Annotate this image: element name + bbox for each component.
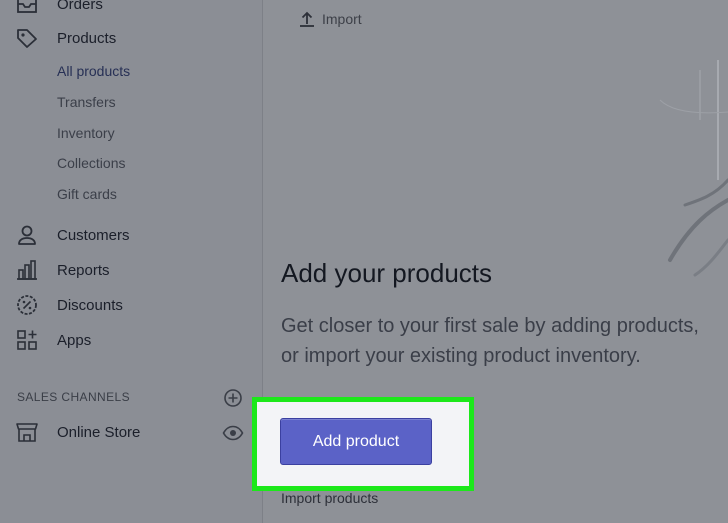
sidebar: Orders Products All products Transfers I… bbox=[0, 0, 263, 523]
sidebar-item-online-store[interactable]: Online Store bbox=[14, 418, 140, 446]
apps-icon bbox=[14, 328, 40, 352]
view-online-store-button[interactable] bbox=[222, 424, 244, 442]
discount-icon bbox=[14, 293, 40, 317]
sidebar-item-apps[interactable]: Apps bbox=[14, 326, 91, 354]
sidebar-item-orders[interactable]: Orders bbox=[14, 0, 103, 18]
add-sales-channel-button[interactable] bbox=[223, 388, 243, 408]
sidebar-item-label: Apps bbox=[57, 331, 92, 349]
bar-chart-icon bbox=[14, 258, 40, 282]
sidebar-item-label: Online Store bbox=[57, 423, 141, 441]
sidebar-item-discounts[interactable]: Discounts bbox=[14, 291, 123, 319]
sidebar-item-label: Discounts bbox=[57, 296, 123, 314]
import-link[interactable]: Import bbox=[298, 10, 362, 28]
orders-icon bbox=[14, 0, 40, 16]
sidebar-item-label: Customers bbox=[57, 226, 130, 244]
sub-item-all-products[interactable]: All products bbox=[57, 63, 130, 79]
decorative-illustration bbox=[659, 60, 728, 277]
sidebar-item-products[interactable]: Products bbox=[14, 24, 116, 52]
sub-item-collections[interactable]: Collections bbox=[57, 155, 125, 171]
page-heading: Add your products bbox=[281, 258, 493, 288]
sidebar-item-label: Reports bbox=[57, 261, 110, 279]
sub-item-transfers[interactable]: Transfers bbox=[57, 94, 116, 110]
store-icon bbox=[14, 420, 40, 444]
upload-icon bbox=[298, 10, 316, 28]
sidebar-item-label: Orders bbox=[57, 0, 103, 13]
import-label: Import bbox=[322, 11, 362, 27]
add-product-button[interactable]: Add product bbox=[280, 418, 432, 465]
tag-icon bbox=[14, 26, 40, 50]
sidebar-item-reports[interactable]: Reports bbox=[14, 256, 110, 284]
page-description: Get closer to your first sale by adding … bbox=[281, 315, 699, 367]
sidebar-item-label: Products bbox=[57, 29, 117, 47]
eye-icon bbox=[222, 425, 244, 441]
sidebar-item-customers[interactable]: Customers bbox=[14, 221, 130, 249]
sub-item-gift-cards[interactable]: Gift cards bbox=[57, 186, 117, 202]
plus-circle-icon bbox=[224, 389, 242, 407]
sub-item-inventory[interactable]: Inventory bbox=[57, 125, 115, 141]
person-icon bbox=[14, 223, 40, 247]
sales-channels-title: SALES CHANNELS bbox=[17, 390, 130, 404]
import-products-link[interactable]: Import products bbox=[281, 490, 378, 506]
